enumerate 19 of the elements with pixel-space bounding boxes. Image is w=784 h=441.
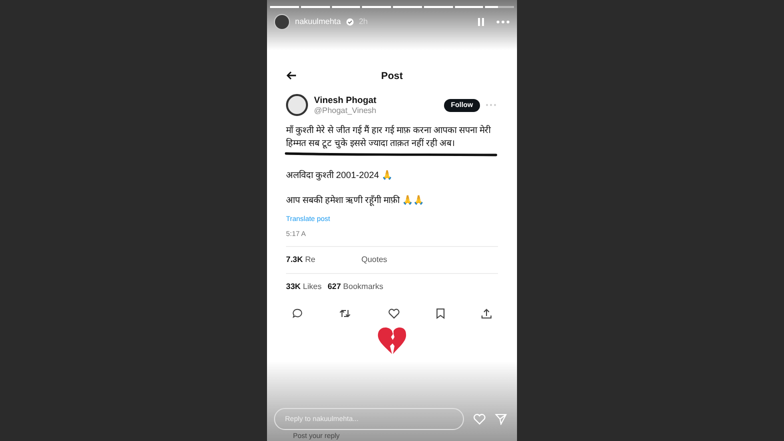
stat-text[interactable]: Quotes xyxy=(361,254,388,266)
stat-text[interactable]: 627 Bookmarks xyxy=(328,281,384,293)
broken-heart-icon xyxy=(376,325,408,355)
comment-icon[interactable] xyxy=(292,308,303,319)
author-name[interactable]: Vinesh Phogat xyxy=(314,94,376,106)
back-arrow-icon[interactable] xyxy=(286,71,297,80)
stat-text[interactable]: 7.3K Re xyxy=(286,254,316,266)
post-paragraph: माँ कुश्ती मेरे से जीत गई मैं हार गई माफ़ करना आपका सपना मेरी हिम्मत सब टूट चुके इससे ज्यादा ताक़त नहीं रही अब। xyxy=(286,124,492,150)
profile-avatar[interactable] xyxy=(286,94,308,116)
share-icon[interactable] xyxy=(481,308,492,319)
heart-icon[interactable] xyxy=(388,308,400,319)
stat-text[interactable]: 33K Likes xyxy=(286,281,322,293)
author-handle: @Phogat_Vinesh xyxy=(314,106,376,116)
more-dots-icon[interactable] xyxy=(486,103,498,107)
post-paragraph: आप सबकी हमेशा ऋणी रहूँगी माफ़ी 🙏🙏 xyxy=(286,194,426,207)
bookmark-icon[interactable] xyxy=(436,308,445,319)
post-title: Post xyxy=(381,70,403,84)
post-paragraph: अलविदा कुश्ती 2001-2024 🙏 xyxy=(286,169,394,182)
repost-icon[interactable] xyxy=(339,308,352,319)
